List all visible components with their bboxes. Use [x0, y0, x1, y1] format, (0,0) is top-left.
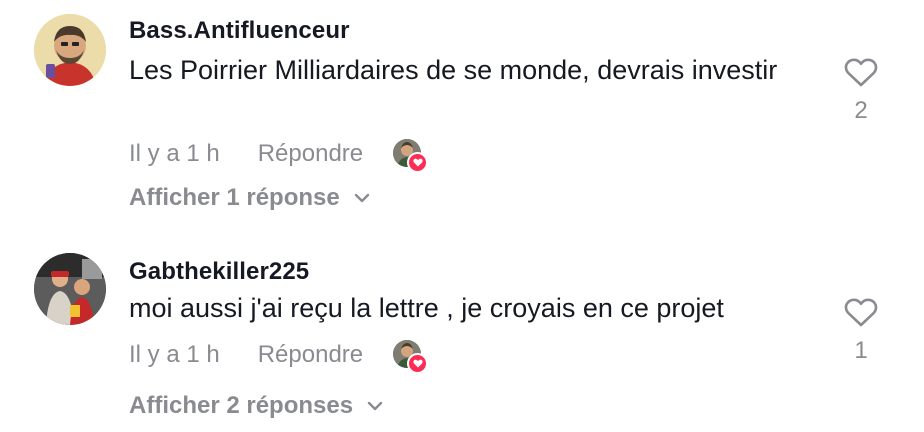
reply-button[interactable]: Répondre — [258, 341, 363, 369]
creator-liked-indicator — [393, 340, 429, 374]
comment-text: Les Poirrier Milliardaires de se monde, … — [129, 55, 778, 85]
heart-badge-icon — [407, 152, 429, 173]
heart-outline-icon[interactable] — [844, 298, 878, 333]
user-avatar[interactable] — [34, 14, 106, 86]
like-count: 2 — [854, 97, 868, 124]
view-replies-label: Afficher 2 réponses — [129, 392, 354, 419]
chevron-down-icon — [367, 401, 383, 411]
comment-timestamp: Il y a 1 h — [129, 140, 220, 167]
comment-username[interactable]: Gabthekiller225 — [129, 258, 309, 286]
like-section: 2 — [836, 58, 886, 125]
heart-badge-icon — [407, 353, 429, 374]
creator-liked-indicator — [393, 139, 429, 173]
view-replies-button[interactable]: Afficher 1 réponse — [129, 184, 370, 212]
view-replies-button[interactable]: Afficher 2 réponses — [129, 392, 383, 420]
like-count: 1 — [854, 337, 868, 364]
chevron-down-icon — [354, 193, 370, 203]
comment-item: Gabthekiller225 moi aussi j'ai reçu la l… — [0, 242, 924, 432]
heart-outline-icon[interactable] — [844, 58, 878, 93]
comment-username[interactable]: Bass.Antifluenceur — [129, 17, 350, 45]
comment-timestamp: Il y a 1 h — [129, 341, 220, 368]
reply-button[interactable]: Répondre — [258, 140, 363, 168]
comment-text: moi aussi j'ai reçu la lettre , je croya… — [129, 293, 724, 323]
view-replies-label: Afficher 1 réponse — [129, 184, 340, 211]
comment-meta: Il y a 1 h Répondre — [129, 137, 429, 173]
comment-meta: Il y a 1 h Répondre — [129, 338, 429, 374]
user-avatar[interactable] — [34, 253, 106, 325]
comment-item: Bass.Antifluenceur Les Poirrier Milliard… — [0, 0, 924, 232]
like-section: 1 — [836, 298, 886, 365]
